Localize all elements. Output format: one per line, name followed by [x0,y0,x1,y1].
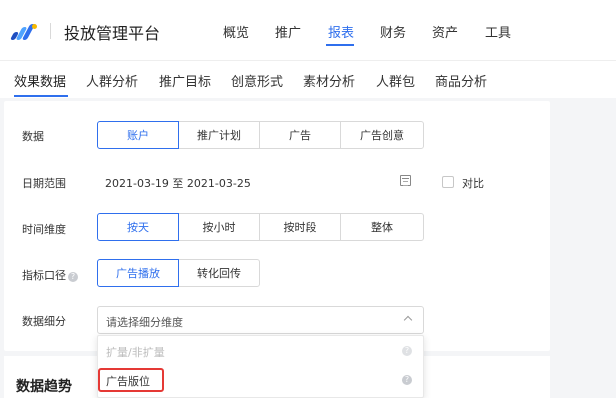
metric-basis-label: 指标口径? [22,267,78,283]
tab-creative-format[interactable]: 创意形式 [231,71,283,90]
tab-promotion-goal[interactable]: 推广目标 [159,71,211,90]
tab-audience-analysis[interactable]: 人群分析 [86,71,138,90]
question-icon[interactable]: ? [68,272,78,282]
metric-basis-selector: 广告播放 转化回传 [97,259,260,287]
option-campaign[interactable]: 推广计划 [178,121,260,149]
calendar-icon[interactable] [400,175,411,186]
option-by-day[interactable]: 按天 [97,213,179,241]
tab-performance-data[interactable]: 效果数据 [14,71,66,90]
data-label: 数据 [22,130,44,143]
metric-basis-text: 指标口径 [22,269,66,282]
dropdown-option-expansion: 扩量/非扩量 ? [98,338,423,364]
nav-active-indicator [326,44,354,46]
option-by-hour[interactable]: 按小时 [178,213,260,241]
top-header: 投放管理平台 概览 推广 报表 财务 资产 工具 [0,0,616,60]
nav-reports[interactable]: 报表 [328,22,354,41]
nav-promotion[interactable]: 推广 [275,22,301,41]
date-range-value: 2021-03-19 至 2021-03-25 [105,177,251,190]
brand-logo-icon[interactable] [9,24,38,40]
option-ad-creative[interactable]: 广告创意 [340,121,424,149]
breakdown-placeholder: 请选择细分维度 [106,316,183,329]
option-ad[interactable]: 广告 [259,121,341,149]
option-ad-play[interactable]: 广告播放 [97,259,179,287]
dropdown-option-label: 广告版位 [106,375,150,388]
option-by-period[interactable]: 按时段 [259,213,341,241]
breakdown-select[interactable]: 请选择细分维度 [97,306,424,334]
tab-material-analysis[interactable]: 素材分析 [303,71,355,90]
dropdown-option-ad-placement[interactable]: 广告版位 ? [98,367,423,393]
report-subnav: 效果数据 人群分析 推广目标 创意形式 素材分析 人群包 商品分析 [0,60,616,98]
trend-title: 数据趋势 [16,379,72,395]
option-overall[interactable]: 整体 [340,213,424,241]
dropdown-option-label: 扩量/非扩量 [106,346,165,359]
time-dimension-selector: 按天 按小时 按时段 整体 [97,213,424,241]
question-icon[interactable]: ? [402,375,412,385]
tab-audience-pack[interactable]: 人群包 [376,71,415,90]
nav-overview[interactable]: 概览 [223,22,249,41]
data-level-selector: 账户 推广计划 广告 广告创意 [97,121,424,149]
time-dimension-label: 时间维度 [22,223,66,236]
header-divider [50,23,51,39]
nav-finance[interactable]: 财务 [380,22,406,41]
subtab-active-indicator [14,95,68,97]
breakdown-label: 数据细分 [22,315,66,328]
brand-title: 投放管理平台 [64,24,161,43]
compare-checkbox[interactable] [442,176,454,188]
date-range-picker[interactable]: 2021-03-19 至 2021-03-25 [97,167,424,195]
date-range-label: 日期范围 [22,177,66,190]
question-icon: ? [402,346,412,356]
option-account[interactable]: 账户 [97,121,179,149]
tab-product-analysis[interactable]: 商品分析 [435,71,487,90]
option-conversion-callback[interactable]: 转化回传 [178,259,260,287]
compare-label[interactable]: 对比 [462,175,484,191]
nav-assets[interactable]: 资产 [432,22,458,41]
breakdown-dropdown: 扩量/非扩量 ? 广告版位 ? [97,335,424,398]
nav-tools[interactable]: 工具 [485,22,511,41]
chevron-up-icon [403,315,413,325]
